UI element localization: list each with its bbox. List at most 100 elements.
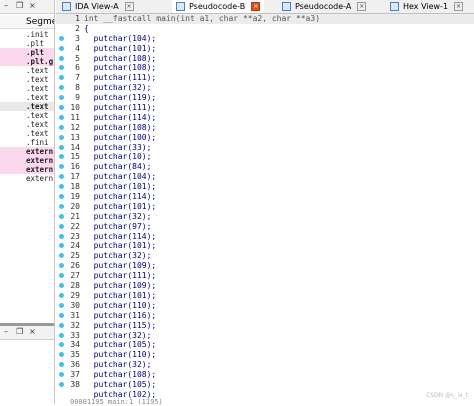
breakpoint-dot-icon[interactable] [59, 352, 64, 358]
close-icon[interactable]: × [29, 327, 36, 336]
segment-row[interactable]: .text [0, 93, 54, 102]
close-tab-icon[interactable]: × [357, 2, 367, 11]
code-line[interactable]: 8 putchar(32); [56, 83, 474, 93]
code-line[interactable]: 34 putchar(105); [56, 340, 474, 350]
restore-icon[interactable]: ❐ [16, 1, 23, 10]
segment-row[interactable]: .plt [0, 39, 54, 48]
breakpoint-dot-icon[interactable] [59, 174, 64, 180]
code-line[interactable]: 4 putchar(101); [56, 44, 474, 54]
segment-row[interactable]: extern [0, 165, 54, 174]
code-line[interactable]: 7 putchar(111); [56, 73, 474, 83]
segment-row[interactable]: extern [0, 147, 54, 156]
code-line[interactable]: 19 putchar(114); [56, 192, 474, 202]
close-tab-icon[interactable]: × [454, 2, 464, 11]
code-line[interactable]: 31 putchar(116); [56, 311, 474, 321]
code-line[interactable]: 32 putchar(115); [56, 321, 474, 331]
breakpoint-dot-icon[interactable] [59, 243, 64, 249]
breakpoint-dot-icon[interactable] [59, 124, 64, 130]
segment-row[interactable]: .text [0, 111, 54, 120]
minimize-icon[interactable]: – [4, 1, 8, 10]
segment-row[interactable]: .fini [0, 138, 54, 147]
breakpoint-dot-icon[interactable] [59, 253, 64, 259]
breakpoint-dot-icon[interactable] [59, 105, 64, 111]
code-line[interactable]: 11 putchar(114); [56, 113, 474, 123]
segment-row[interactable]: .text [0, 102, 54, 111]
breakpoint-dot-icon[interactable] [59, 85, 64, 91]
breakpoint-dot-icon[interactable] [59, 144, 64, 150]
code-line[interactable]: 3 putchar(104); [56, 34, 474, 44]
tab-pseudocode-a[interactable]: Pseudocode-A × [282, 0, 367, 13]
code-line[interactable]: 20 putchar(101); [56, 202, 474, 212]
close-tab-icon[interactable]: × [251, 2, 261, 11]
code-line[interactable]: 23 putchar(114); [56, 232, 474, 242]
breakpoint-dot-icon[interactable] [59, 302, 64, 308]
code-line[interactable]: 12 putchar(108); [56, 123, 474, 133]
breakpoint-dot-icon[interactable] [59, 332, 64, 338]
code-line[interactable]: 21 putchar(32); [56, 212, 474, 222]
code-line[interactable]: 37 putchar(108); [56, 370, 474, 380]
restore-icon[interactable]: ❐ [16, 327, 23, 336]
segment-row[interactable]: .plt [0, 48, 54, 57]
breakpoint-dot-icon[interactable] [59, 263, 64, 269]
breakpoint-dot-icon[interactable] [59, 362, 64, 368]
segment-row[interactable]: .text [0, 120, 54, 129]
tab-pseudocode-b[interactable]: Pseudocode-B × [172, 0, 265, 13]
code-line[interactable]: 17 putchar(104); [56, 172, 474, 182]
code-line[interactable]: 29 putchar(101); [56, 291, 474, 301]
code-line[interactable]: 26 putchar(109); [56, 261, 474, 271]
breakpoint-dot-icon[interactable] [59, 154, 64, 160]
breakpoint-dot-icon[interactable] [59, 134, 64, 140]
code-line[interactable]: 9 putchar(119); [56, 93, 474, 103]
segment-row[interactable]: .text [0, 84, 54, 93]
breakpoint-dot-icon[interactable] [59, 322, 64, 328]
breakpoint-dot-icon[interactable] [59, 203, 64, 209]
code-line[interactable]: 33 putchar(32); [56, 331, 474, 341]
code-line[interactable]: 27 putchar(111); [56, 271, 474, 281]
breakpoint-dot-icon[interactable] [59, 194, 64, 200]
segment-row[interactable]: .init [0, 30, 54, 39]
breakpoint-dot-icon[interactable] [59, 95, 64, 101]
segment-row[interactable]: .plt.g [0, 57, 54, 66]
breakpoint-dot-icon[interactable] [59, 342, 64, 348]
code-line[interactable]: 36 putchar(32); [56, 360, 474, 370]
code-line[interactable]: 16 putchar(84); [56, 162, 474, 172]
breakpoint-dot-icon[interactable] [59, 35, 64, 41]
breakpoint-dot-icon[interactable] [59, 283, 64, 289]
breakpoint-dot-icon[interactable] [59, 372, 64, 378]
code-line[interactable]: 1 int __fastcall main(int a1, char **a2, … [56, 14, 474, 24]
breakpoint-dot-icon[interactable] [59, 45, 64, 51]
segment-row[interactable]: extern [0, 156, 54, 165]
code-line[interactable]: 5 putchar(108); [56, 54, 474, 64]
code-line[interactable]: 15 putchar(10); [56, 152, 474, 162]
code-line[interactable]: 2{ [56, 24, 474, 34]
breakpoint-dot-icon[interactable] [59, 381, 64, 387]
breakpoint-dot-icon[interactable] [59, 292, 64, 298]
code-line[interactable]: 24 putchar(101); [56, 241, 474, 251]
code-line[interactable]: 30 putchar(110); [56, 301, 474, 311]
tab-hex-view-1[interactable]: Hex View-1 × [390, 0, 464, 13]
code-line[interactable]: 13 putchar(100); [56, 133, 474, 143]
breakpoint-dot-icon[interactable] [59, 114, 64, 120]
code-line[interactable]: 28 putchar(109); [56, 281, 474, 291]
code-line[interactable]: 25 putchar(32); [56, 251, 474, 261]
minimize-icon[interactable]: – [4, 327, 8, 336]
breakpoint-dot-icon[interactable] [59, 273, 64, 279]
code-line[interactable]: 18 putchar(101); [56, 182, 474, 192]
close-tab-icon[interactable]: × [124, 2, 134, 11]
breakpoint-dot-icon[interactable] [59, 55, 64, 61]
breakpoint-dot-icon[interactable] [59, 65, 64, 71]
tab-ida-view-a[interactable]: IDA View-A × [62, 0, 134, 13]
breakpoint-dot-icon[interactable] [59, 184, 64, 190]
code-line[interactable]: 22 putchar(97); [56, 222, 474, 232]
code-line[interactable]: 14 putchar(33); [56, 143, 474, 153]
close-icon[interactable]: × [29, 1, 36, 10]
code-line[interactable]: 6 putchar(108); [56, 63, 474, 73]
segment-row[interactable]: .text [0, 75, 54, 84]
segment-row[interactable]: extern [0, 174, 54, 183]
code-line[interactable]: 38 putchar(105); [56, 380, 474, 390]
segment-row[interactable]: .text [0, 66, 54, 75]
code-line[interactable]: 35 putchar(110); [56, 350, 474, 360]
breakpoint-dot-icon[interactable] [59, 312, 64, 318]
segment-row[interactable]: .text [0, 129, 54, 138]
breakpoint-dot-icon[interactable] [59, 223, 64, 229]
